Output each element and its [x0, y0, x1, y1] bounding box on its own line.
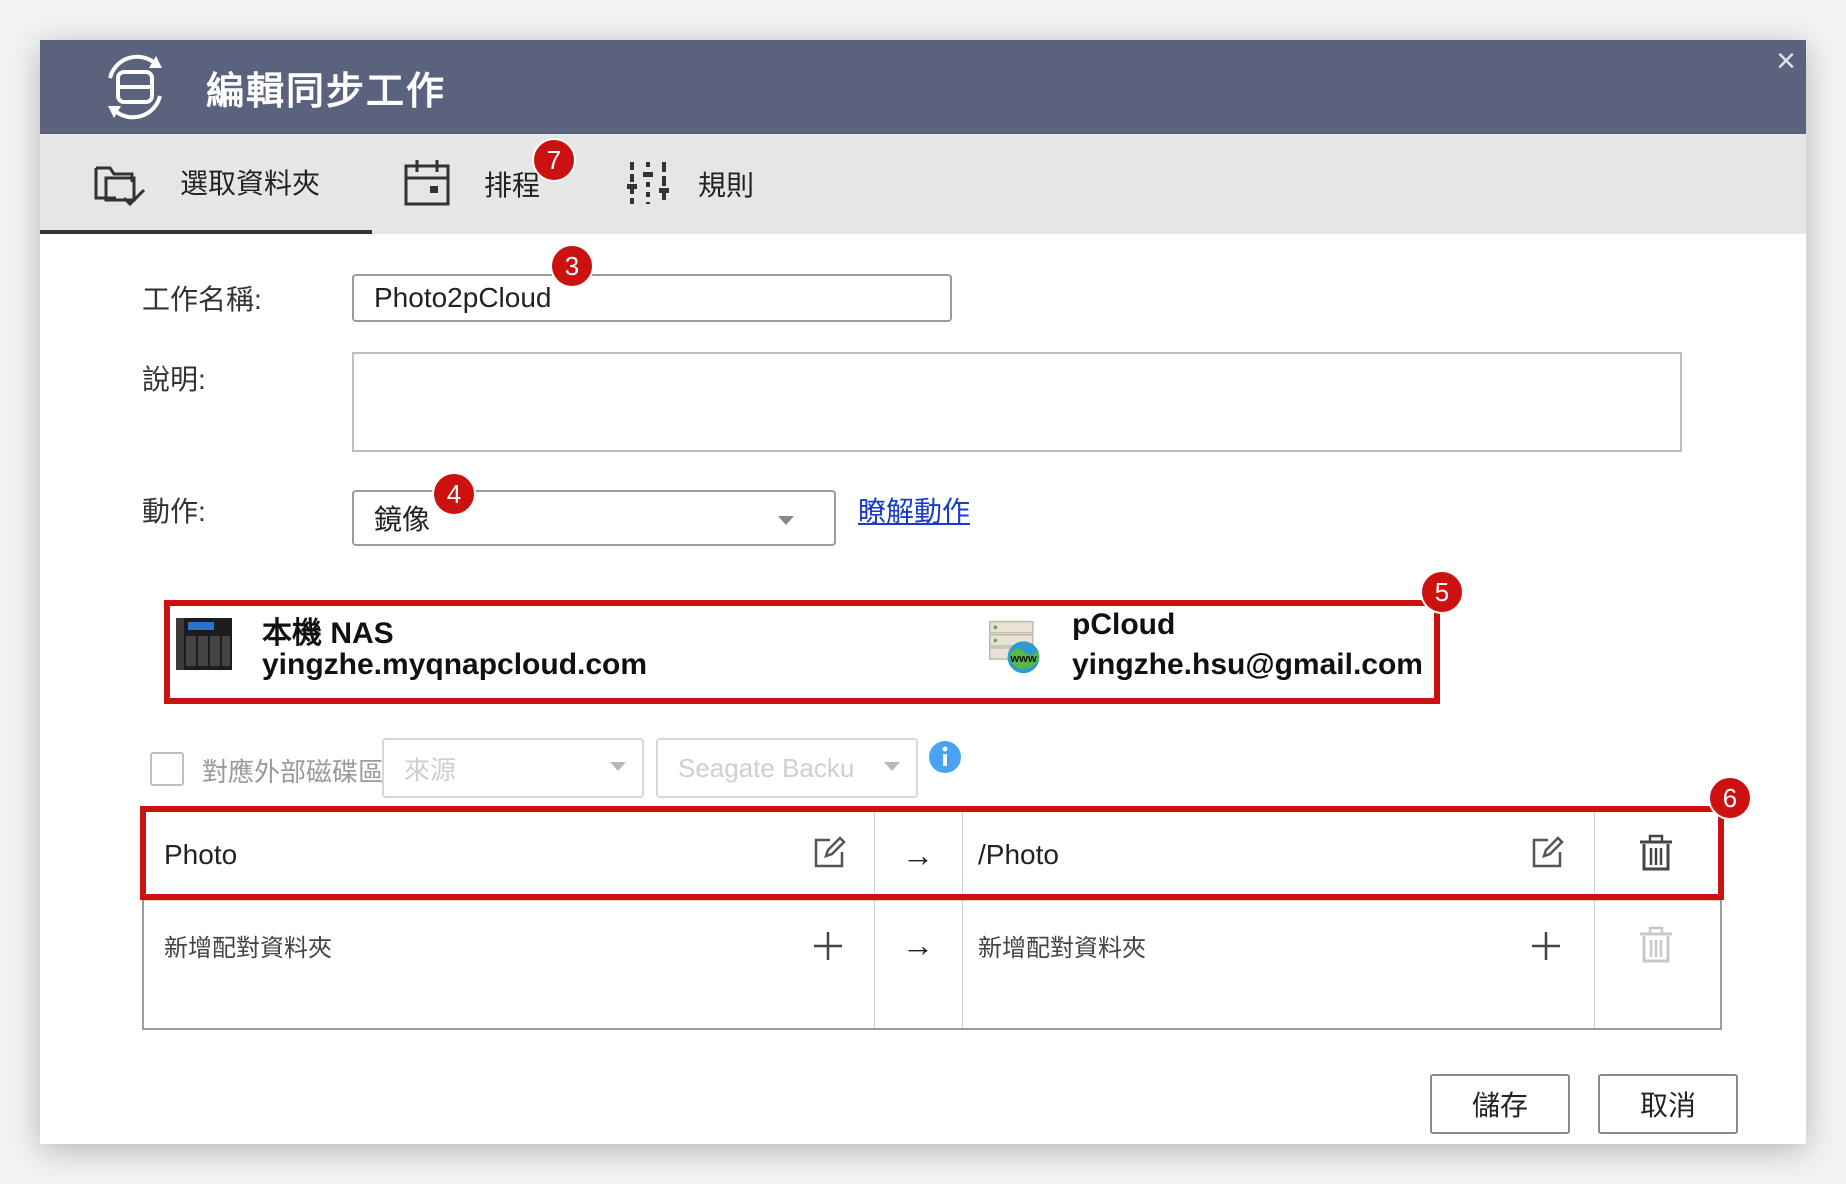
- remote-device-name: pCloud: [1072, 608, 1176, 641]
- local-folder-cell: Photo: [164, 810, 764, 900]
- remote-folder-cell: /Photo: [978, 810, 1538, 900]
- remote-folder-path: /Photo: [978, 839, 1059, 870]
- add-mapping-row: 新增配對資料夾 → 新增配對資料夾: [144, 900, 1720, 1028]
- edit-icon[interactable]: [1530, 836, 1564, 870]
- folder-mapping-table: Photo → /Photo 新增配對資料夾 → 新增配對資料夾: [142, 808, 1722, 1030]
- job-name-input[interactable]: Photo2pCloud: [352, 274, 952, 322]
- action-label: 動作:: [142, 496, 206, 527]
- job-name-value: Photo2pCloud: [374, 282, 552, 313]
- calendar-icon: [404, 160, 450, 206]
- dialog-title: 編輯同步工作: [206, 71, 447, 113]
- mapping-arrow: →: [902, 836, 934, 873]
- add-remote-folder-cell[interactable]: 新增配對資料夾: [978, 900, 1538, 990]
- local-folder-path: Photo: [164, 839, 238, 870]
- action-select[interactable]: 鏡像: [352, 490, 836, 546]
- tab-rules[interactable]: 規則: [626, 134, 826, 234]
- edit-sync-job-dialog: 編輯同步工作 × 選取資料夾 排程 規則 7 工作名稱: Photo2pClou…: [40, 40, 1806, 1144]
- tab-rules-label: 規則: [698, 170, 755, 201]
- external-volume-checkbox[interactable]: [150, 752, 184, 786]
- trash-icon: [1640, 926, 1672, 963]
- external-drive-value: Seagate Backu: [678, 752, 855, 783]
- local-device-address: yingzhe.myqnapcloud.com: [262, 648, 648, 681]
- tab-select-folder[interactable]: 選取資料夾: [40, 134, 372, 234]
- external-drive-select[interactable]: Seagate Backu: [656, 738, 918, 798]
- chevron-down-icon: [884, 762, 900, 771]
- add-mapping-arrow: →: [902, 926, 934, 963]
- annotation-badge-4: 4: [432, 472, 476, 516]
- info-icon[interactable]: [928, 740, 962, 774]
- cancel-button[interactable]: 取消: [1598, 1074, 1738, 1134]
- title-bar: 編輯同步工作 ×: [40, 40, 1806, 134]
- annotation-badge-6: 6: [1708, 776, 1752, 820]
- source-select-value: 來源: [404, 754, 457, 785]
- external-volume-label: 對應外部磁碟區: [202, 757, 385, 787]
- annotation-badge-3: 3: [550, 244, 594, 288]
- job-name-label: 工作名稱:: [142, 284, 262, 315]
- save-button[interactable]: 儲存: [1430, 1074, 1570, 1134]
- plus-icon[interactable]: [1530, 930, 1562, 962]
- action-value: 鏡像: [374, 504, 431, 535]
- annotation-badge-5: 5: [1420, 570, 1464, 614]
- remote-device-address: yingzhe.hsu@gmail.com: [1072, 648, 1423, 681]
- mapping-row: Photo → /Photo: [144, 810, 1720, 900]
- learn-actions-link[interactable]: 瞭解動作: [858, 490, 970, 530]
- sync-server-icon: [108, 54, 162, 120]
- sliders-icon: [627, 162, 669, 204]
- nas-icon: [176, 618, 232, 670]
- tab-bar: 選取資料夾 排程 規則: [40, 134, 1806, 234]
- svg-text:www: www: [1009, 653, 1037, 665]
- plus-icon[interactable]: [812, 930, 844, 962]
- add-remote-folder-label: 新增配對資料夾: [978, 934, 1146, 962]
- tab-select-folder-label: 選取資料夾: [180, 168, 321, 199]
- local-device-name: 本機 NAS: [262, 617, 394, 650]
- annotation-badge-7: 7: [532, 138, 576, 182]
- web-server-icon: www: [989, 620, 1040, 674]
- folder-sync-icon: [94, 166, 146, 207]
- close-button[interactable]: ×: [1776, 42, 1796, 81]
- description-label: 說明:: [142, 364, 206, 395]
- source-select[interactable]: 來源: [382, 738, 644, 798]
- add-local-folder-label: 新增配對資料夾: [164, 934, 332, 962]
- tab-schedule-label: 排程: [484, 170, 541, 201]
- chevron-down-icon: [778, 516, 794, 525]
- description-textarea[interactable]: [352, 352, 1682, 452]
- trash-icon[interactable]: [1638, 834, 1674, 872]
- chevron-down-icon: [610, 762, 626, 771]
- add-local-folder-cell[interactable]: 新增配對資料夾: [164, 900, 764, 990]
- edit-icon[interactable]: [812, 836, 846, 870]
